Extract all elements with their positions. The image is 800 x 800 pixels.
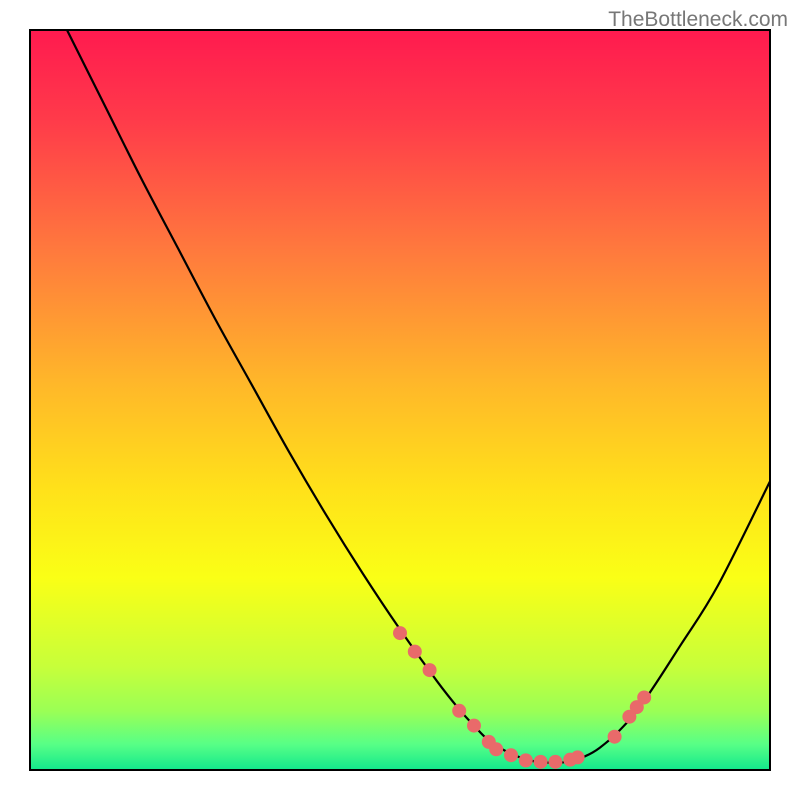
data-point (504, 748, 518, 762)
plot-area (0, 0, 800, 800)
data-point (608, 730, 622, 744)
data-point (519, 753, 533, 767)
bottleneck-chart: TheBottleneck.com (0, 0, 800, 800)
data-point (489, 742, 503, 756)
watermark-text: TheBottleneck.com (608, 8, 788, 32)
data-point (423, 663, 437, 677)
data-point (452, 704, 466, 718)
data-point (534, 755, 548, 769)
data-point (571, 750, 585, 764)
data-point (637, 690, 651, 704)
chart-svg (0, 0, 800, 800)
data-point (467, 719, 481, 733)
data-point (548, 755, 562, 769)
data-point (393, 626, 407, 640)
data-point (408, 645, 422, 659)
gradient-background (30, 30, 770, 770)
